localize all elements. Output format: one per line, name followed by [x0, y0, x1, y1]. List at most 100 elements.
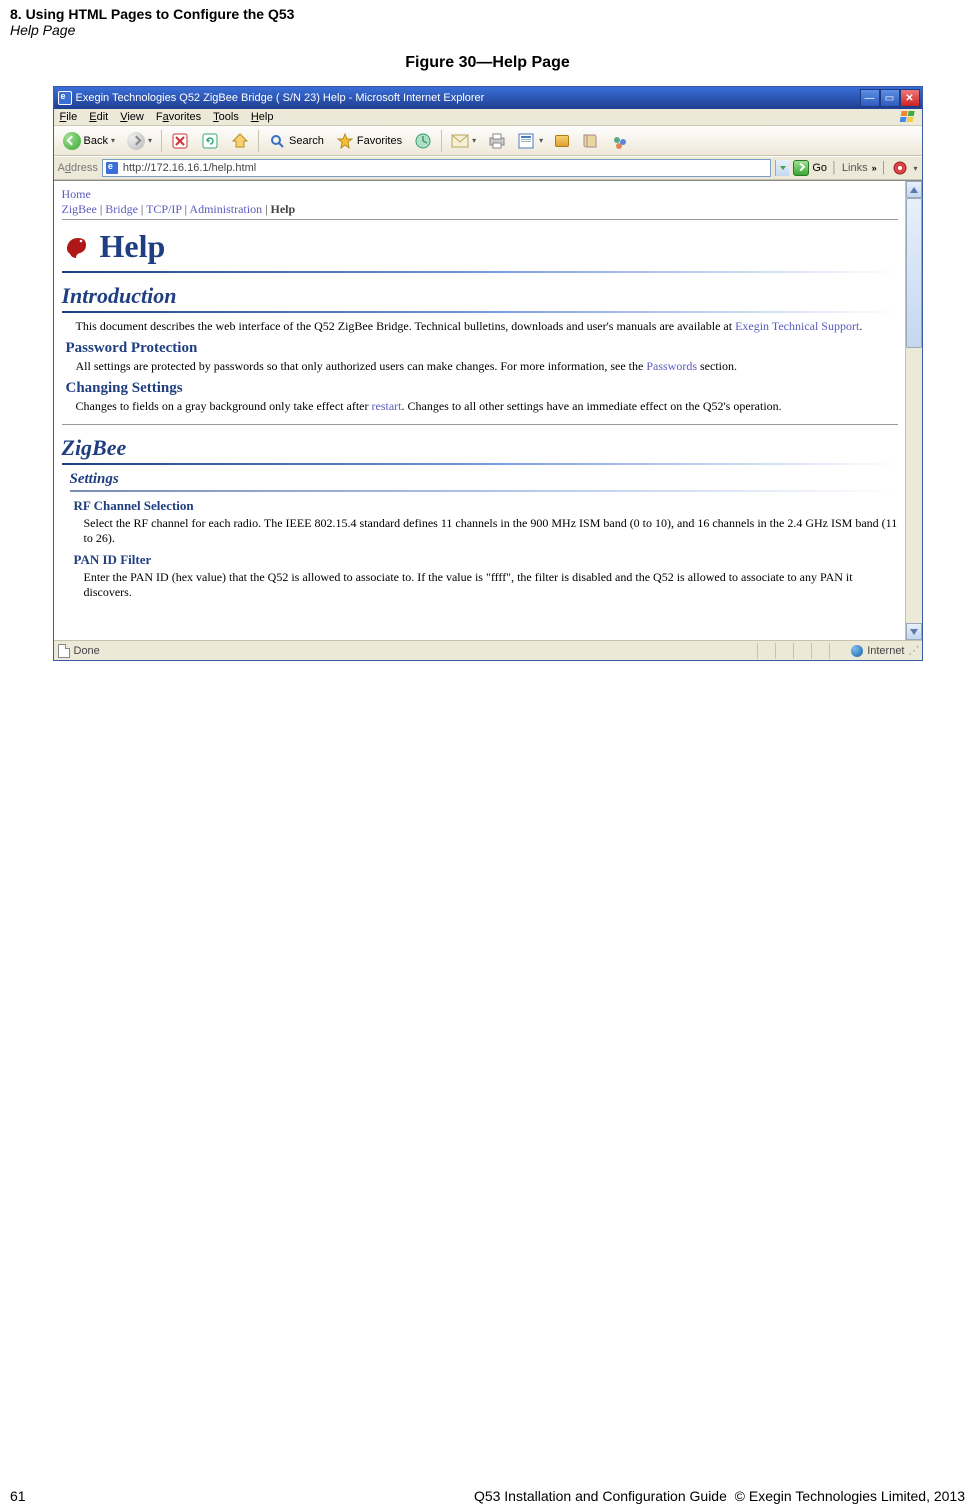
changing-heading: Changing Settings: [66, 380, 898, 397]
edit-icon: [518, 132, 536, 150]
refresh-icon: [201, 132, 219, 150]
close-button[interactable]: ✕: [900, 89, 920, 107]
window-title: Exegin Technologies Q52 ZigBee Bridge ( …: [76, 92, 485, 104]
forward-button[interactable]: ▾: [122, 129, 157, 153]
menubar: File Edit View Favorites Tools Help: [54, 109, 922, 126]
figure-caption: Figure 30—Help Page: [0, 54, 975, 72]
status-panes: [757, 643, 847, 659]
back-button[interactable]: Back ▾: [58, 129, 120, 153]
back-label: Back: [84, 135, 108, 147]
exegin-support-link[interactable]: Exegin Technical Support: [735, 319, 859, 333]
menu-tools[interactable]: Tools: [213, 111, 239, 123]
back-icon: [63, 132, 81, 150]
gradient-divider: [62, 311, 898, 313]
crumb-admin[interactable]: Administration: [189, 202, 262, 216]
research-button[interactable]: [576, 129, 604, 153]
home-icon: [231, 132, 249, 150]
go-label: Go: [812, 162, 827, 174]
mail-button[interactable]: ▾: [446, 129, 481, 153]
pan-heading: PAN ID Filter: [74, 552, 898, 568]
toolbar-separator: [161, 130, 162, 152]
search-icon: [268, 132, 286, 150]
printer-icon: [488, 132, 506, 150]
messenger-button[interactable]: [606, 129, 630, 153]
search-button[interactable]: Search: [263, 129, 329, 153]
chevron-down-icon: ▾: [148, 136, 152, 145]
menu-edit[interactable]: Edit: [89, 111, 108, 123]
gradient-divider: [62, 271, 898, 273]
passwords-link[interactable]: Passwords: [646, 359, 697, 373]
chevron-down-icon: ▾: [111, 136, 115, 145]
links-expand-icon[interactable]: »: [872, 163, 877, 173]
toolbar-separator: │: [831, 162, 838, 174]
go-icon: [793, 160, 809, 176]
mail-icon: [451, 132, 469, 150]
page-footer: 61 Q53 Installation and Configuration Gu…: [0, 1488, 975, 1504]
folder-icon: [555, 135, 569, 147]
crumb-zigbee[interactable]: ZigBee: [62, 202, 97, 216]
toolbar-separator: [441, 130, 442, 152]
url-text: http://172.16.16.1/help.html: [123, 162, 256, 174]
exegin-logo-icon: [62, 232, 92, 262]
address-dropdown-button[interactable]: [775, 160, 789, 176]
minimize-button[interactable]: —: [860, 89, 880, 107]
menu-view[interactable]: View: [120, 111, 144, 123]
status-zone-label: Internet: [867, 645, 904, 657]
status-bar: Done Internet ⋰: [54, 640, 922, 660]
stop-icon: [171, 132, 189, 150]
divider: [62, 219, 898, 220]
crumb-bridge[interactable]: Bridge: [105, 202, 138, 216]
home-button[interactable]: [226, 129, 254, 153]
stop-button[interactable]: [166, 129, 194, 153]
windows-logo-icon: [898, 109, 918, 127]
discuss-button[interactable]: [550, 129, 574, 153]
divider: [62, 424, 898, 425]
star-icon: [336, 132, 354, 150]
menu-favorites[interactable]: Favorites: [156, 111, 201, 123]
address-input[interactable]: http://172.16.16.1/help.html: [102, 159, 771, 177]
go-button[interactable]: Go: [793, 160, 827, 176]
scroll-up-button[interactable]: [906, 181, 922, 198]
crumb-help-current: Help: [271, 202, 296, 216]
crumb-tcpip[interactable]: TCP/IP: [146, 202, 182, 216]
scroll-thumb[interactable]: [906, 198, 922, 348]
scroll-down-button[interactable]: [906, 623, 922, 640]
print-button[interactable]: [483, 129, 511, 153]
ie-app-icon: [58, 91, 72, 105]
edit-button[interactable]: ▾: [513, 129, 548, 153]
titlebar: Exegin Technologies Q52 ZigBee Bridge ( …: [54, 87, 922, 109]
links-label[interactable]: Links: [842, 162, 868, 174]
chevron-down-icon: ▾: [472, 136, 476, 145]
vertical-scrollbar[interactable]: [905, 181, 922, 640]
content-viewport: Home ZigBee | Bridge | TCP/IP | Administ…: [54, 180, 922, 640]
chevron-down-icon: ▾: [913, 164, 917, 173]
restart-link[interactable]: restart: [372, 399, 402, 413]
password-text: All settings are protected by passwords …: [76, 359, 898, 374]
status-done-label: Done: [74, 645, 100, 657]
refresh-button[interactable]: [196, 129, 224, 153]
page-status-icon: [58, 644, 70, 658]
chapter-title: 8. Using HTML Pages to Configure the Q53: [10, 6, 965, 22]
intro-heading: Introduction: [62, 283, 898, 309]
menu-file[interactable]: File: [60, 111, 78, 123]
resize-grip-icon[interactable]: ⋰: [909, 644, 918, 657]
toolbar-separator: │: [881, 162, 888, 174]
breadcrumb-home[interactable]: Home: [62, 187, 91, 201]
snagit-icon[interactable]: [891, 159, 909, 177]
maximize-button[interactable]: ▭: [880, 89, 900, 107]
toolbar-separator: [258, 130, 259, 152]
gradient-divider: [62, 463, 898, 465]
password-heading: Password Protection: [66, 340, 898, 357]
history-button[interactable]: [409, 129, 437, 153]
screenshot-container: Exegin Technologies Q52 ZigBee Bridge ( …: [0, 86, 975, 661]
history-icon: [414, 132, 432, 150]
page-content[interactable]: Home ZigBee | Bridge | TCP/IP | Administ…: [54, 181, 922, 640]
forward-icon: [127, 132, 145, 150]
favorites-button[interactable]: Favorites: [331, 129, 407, 153]
internet-zone-icon: [851, 645, 863, 657]
ie-window: Exegin Technologies Q52 ZigBee Bridge ( …: [53, 86, 923, 661]
menu-help[interactable]: Help: [251, 111, 274, 123]
gradient-divider: [70, 490, 898, 492]
address-label: Address: [58, 162, 98, 174]
messenger-icon: [611, 135, 625, 147]
